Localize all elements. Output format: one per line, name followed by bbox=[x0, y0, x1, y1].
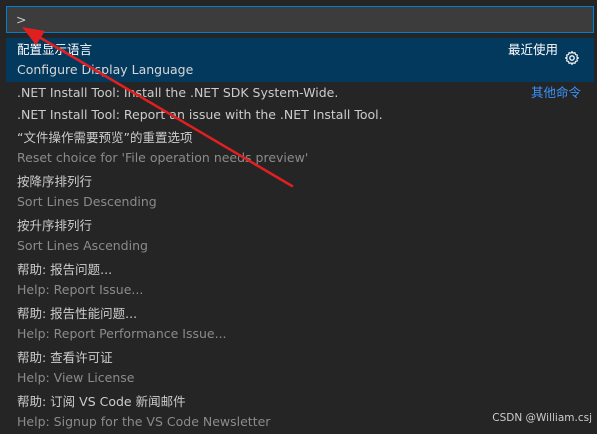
command-list: 配置显示语言 Configure Display Language 最近使用 .… bbox=[6, 38, 594, 434]
command-item-report-performance[interactable]: 帮助: 报告性能问题... Help: Report Performance I… bbox=[6, 302, 594, 346]
watermark: CSDN @William.csj bbox=[492, 412, 592, 424]
command-detail: Configure Display Language bbox=[17, 62, 194, 77]
command-title: “文件操作需要预览”的重置选项 bbox=[17, 130, 193, 145]
command-item-report-issue-dotnet[interactable]: .NET Install Tool: Report an issue with … bbox=[6, 104, 594, 126]
command-item-configure-display-language[interactable]: 配置显示语言 Configure Display Language 最近使用 bbox=[6, 38, 594, 82]
command-palette: 配置显示语言 Configure Display Language 最近使用 .… bbox=[0, 0, 597, 430]
command-detail: Help: Report Performance Issue... bbox=[17, 326, 227, 341]
command-item-install-sdk[interactable]: .NET Install Tool: Install the .NET SDK … bbox=[6, 82, 594, 104]
command-title: .NET Install Tool: Install the .NET SDK … bbox=[17, 85, 339, 100]
command-title: 按升序排列行 bbox=[17, 218, 93, 233]
command-detail: Sort Lines Ascending bbox=[17, 238, 148, 253]
command-detail: Reset choice for 'File operation needs p… bbox=[17, 150, 309, 165]
command-input-box[interactable] bbox=[6, 6, 594, 33]
command-title: 帮助: 订阅 VS Code 新闻邮件 bbox=[17, 394, 186, 409]
command-item-sort-desc[interactable]: 按降序排列行 Sort Lines Descending bbox=[6, 170, 594, 214]
command-detail: Sort Lines Descending bbox=[17, 194, 157, 209]
command-title: 帮助: 报告性能问题... bbox=[17, 306, 138, 321]
command-item-view-license[interactable]: 帮助: 查看许可证 Help: View License bbox=[6, 346, 594, 390]
command-title: .NET Install Tool: Report an issue with … bbox=[17, 107, 383, 122]
command-item-sort-asc[interactable]: 按升序排列行 Sort Lines Ascending bbox=[6, 214, 594, 258]
command-title: 帮助: 查看许可证 bbox=[17, 350, 113, 365]
command-input[interactable] bbox=[7, 7, 593, 32]
command-item-reset-file-preview[interactable]: “文件操作需要预览”的重置选项 Reset choice for 'File o… bbox=[6, 126, 594, 170]
command-title: 配置显示语言 bbox=[17, 42, 93, 57]
command-detail: Help: View License bbox=[17, 370, 135, 385]
command-title: 按降序排列行 bbox=[17, 174, 93, 189]
other-commands-label: 其他命令 bbox=[530, 85, 581, 100]
command-item-report-issue[interactable]: 帮助: 报告问题... Help: Report Issue... bbox=[6, 258, 594, 302]
command-title: 帮助: 报告问题... bbox=[17, 262, 113, 277]
recently-used-label: 最近使用 bbox=[507, 42, 558, 57]
command-detail: Help: Report Issue... bbox=[17, 282, 144, 297]
gear-icon[interactable] bbox=[564, 50, 580, 66]
